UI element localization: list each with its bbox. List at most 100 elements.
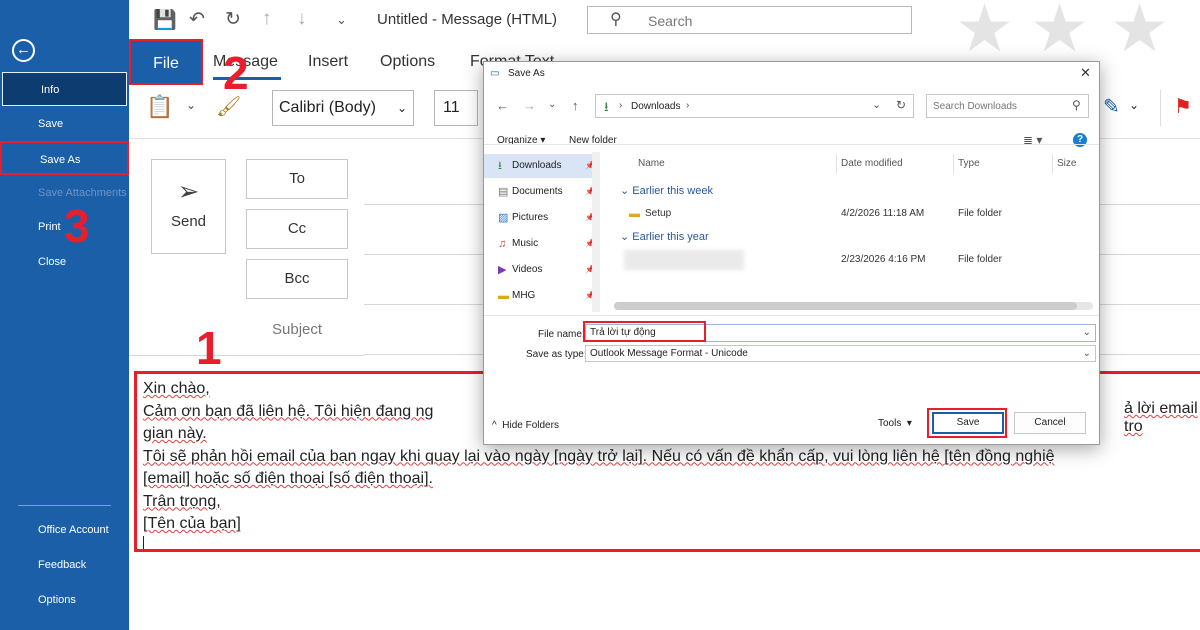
font-size-select[interactable]: 11 xyxy=(434,90,478,126)
download-icon: ⭳ xyxy=(604,99,609,114)
file-name-label: File name: xyxy=(538,329,585,340)
tab-insert[interactable]: Insert xyxy=(308,53,348,71)
toolbar-divider xyxy=(484,144,1099,145)
back-arrow-icon[interactable]: ← xyxy=(496,98,509,113)
sidebar-item-save-as[interactable]: Save As xyxy=(0,141,129,175)
send-icon: ➢ xyxy=(177,176,200,206)
sidebar-item-info[interactable]: Info xyxy=(2,72,127,106)
tab-options[interactable]: Options xyxy=(380,53,435,71)
arrow-up-icon[interactable]: ↑ xyxy=(262,8,272,30)
body-line: Tôi sẽ phản hồi email của bạn ngay khi q… xyxy=(143,447,1055,465)
sidebar-item-office-account[interactable]: Office Account xyxy=(0,513,129,547)
to-button[interactable]: To xyxy=(246,159,348,199)
window-title: Untitled - Message (HTML) xyxy=(377,11,558,28)
dialog-search-placeholder: Search Downloads xyxy=(933,101,1017,112)
star-decoration-icon: ★ xyxy=(1110,0,1170,65)
breadcrumb-downloads[interactable]: Downloads xyxy=(631,101,680,112)
nav-item-label: MHG xyxy=(512,290,536,301)
document-icon: ▤ xyxy=(498,186,509,198)
back-arrow-icon[interactable]: ← xyxy=(12,39,35,62)
body-line: Trân trọng, xyxy=(143,492,221,510)
address-bar[interactable]: ⭳ › Downloads › ⌄ ↻ xyxy=(595,94,914,118)
forward-arrow-icon[interactable]: → xyxy=(523,98,536,113)
close-icon[interactable]: ✕ xyxy=(1080,65,1091,81)
up-arrow-icon[interactable]: ↑ xyxy=(572,98,579,113)
save-as-dialog: ▭ Save As ✕ ← → ⌄ ↑ ⭳ › Downloads › ⌄ ↻ … xyxy=(483,61,1100,445)
redo-icon[interactable]: ↻ xyxy=(225,8,241,31)
column-divider xyxy=(953,154,954,174)
paste-icon[interactable]: 📋 xyxy=(146,94,173,120)
sidebar-item-save[interactable]: Save xyxy=(0,107,129,141)
send-button[interactable]: ➢ Send xyxy=(151,159,226,254)
save-button-highlight xyxy=(927,408,1007,438)
chevron-down-icon[interactable]: ⌄ xyxy=(1083,325,1091,341)
file-row-date: 2/23/2026 4:16 PM xyxy=(841,254,926,265)
signature-icon[interactable]: ✎ xyxy=(1103,94,1120,119)
nav-item-documents[interactable]: ▤ Documents 📌 xyxy=(484,180,596,204)
tools-button[interactable]: Tools ▾ xyxy=(878,418,912,429)
annotation-number: 1 xyxy=(196,322,222,374)
column-divider xyxy=(836,154,837,174)
save-type-select[interactable]: Outlook Message Format - Unicode ⌄ xyxy=(585,345,1096,362)
column-header-type[interactable]: Type xyxy=(958,158,980,169)
form-divider xyxy=(484,315,1099,316)
save-icon[interactable]: 💾 xyxy=(153,8,177,32)
column-header-date[interactable]: Date modified xyxy=(841,158,903,169)
undo-icon[interactable]: ↶ xyxy=(189,8,205,31)
nav-item-videos[interactable]: ▶ Videos 📌 xyxy=(484,258,596,282)
dialog-app-icon: ▭ xyxy=(490,68,500,79)
chevron-down-icon: ⌄ xyxy=(396,101,407,115)
file-row-name[interactable]: Setup xyxy=(645,208,671,219)
navigation-pane: ⭳ Downloads 📌 ▤ Documents 📌 ▨ Pictures 📌 ♫ Musi… xyxy=(484,152,602,410)
nav-item-pictures[interactable]: ▨ Pictures 📌 xyxy=(484,206,596,230)
font-name-select[interactable]: Calibri (Body) ⌄ xyxy=(272,90,414,126)
chevron-down-icon[interactable]: ⌄ xyxy=(872,98,881,111)
sidebar-item-feedback[interactable]: Feedback xyxy=(0,548,129,582)
cc-button[interactable]: Cc xyxy=(246,209,348,249)
group-header[interactable]: ⌄ Earlier this year xyxy=(620,230,709,243)
nav-scrollbar[interactable] xyxy=(592,152,600,312)
breadcrumb-separator: › xyxy=(686,100,690,111)
download-icon: ⭳ xyxy=(498,160,502,172)
body-line: [email] hoặc số điện thoại [số điện thoạ… xyxy=(143,470,433,487)
nav-item-mhg[interactable]: ▬ MHG 📌 xyxy=(484,284,596,308)
bcc-button[interactable]: Bcc xyxy=(246,259,348,299)
group-header[interactable]: ⌄ Earlier this week xyxy=(620,184,713,197)
search-input[interactable]: ⚲ Search xyxy=(587,6,912,34)
nav-item-label: Documents xyxy=(512,186,563,197)
group-label: Earlier this year xyxy=(632,231,709,243)
tools-label: Tools xyxy=(878,418,902,429)
folder-icon: ▬ xyxy=(498,290,509,302)
star-decoration-icon: ★ xyxy=(1030,0,1090,65)
chevron-down-icon[interactable]: ⌄ xyxy=(1129,98,1139,112)
tab-file[interactable]: File xyxy=(129,39,203,85)
chevron-down-icon[interactable]: ⌄ xyxy=(186,98,196,112)
blurred-file-row[interactable] xyxy=(624,250,744,270)
breadcrumb-separator: › xyxy=(619,100,623,111)
sidebar-item-options[interactable]: Options xyxy=(0,583,129,617)
search-placeholder: Search xyxy=(648,13,693,29)
scrollbar-thumb[interactable] xyxy=(614,302,1077,310)
arrow-down-icon[interactable]: ↓ xyxy=(297,8,307,30)
column-header-name[interactable]: Name xyxy=(638,158,665,169)
file-row-date: 4/2/2026 11:18 AM xyxy=(841,208,925,219)
picture-icon: ▨ xyxy=(498,212,509,224)
sidebar-divider xyxy=(18,505,111,506)
nav-item-label: Pictures xyxy=(512,212,549,223)
video-icon: ▶ xyxy=(498,264,507,276)
cancel-button[interactable]: Cancel xyxy=(1014,412,1086,434)
refresh-icon[interactable]: ↻ xyxy=(896,98,906,112)
dialog-search-input[interactable]: Search Downloads ⚲ xyxy=(926,94,1089,118)
dialog-title: Save As xyxy=(508,68,545,79)
file-row-type: File folder xyxy=(958,254,1002,265)
chevron-down-icon[interactable]: ⌄ xyxy=(548,99,556,110)
flag-icon[interactable]: ⚑ xyxy=(1174,94,1192,119)
column-header-size[interactable]: Size xyxy=(1057,158,1076,169)
customize-toolbar-icon[interactable]: ⌄ xyxy=(336,12,347,28)
ribbon-divider xyxy=(1160,90,1161,126)
nav-item-music[interactable]: ♫ Music 📌 xyxy=(484,232,596,256)
nav-item-downloads[interactable]: ⭳ Downloads 📌 xyxy=(484,154,596,178)
hide-folders-button[interactable]: ^ Hide Folders xyxy=(492,420,559,431)
star-decoration-icon: ★ xyxy=(955,0,1015,65)
column-divider xyxy=(1052,154,1053,174)
